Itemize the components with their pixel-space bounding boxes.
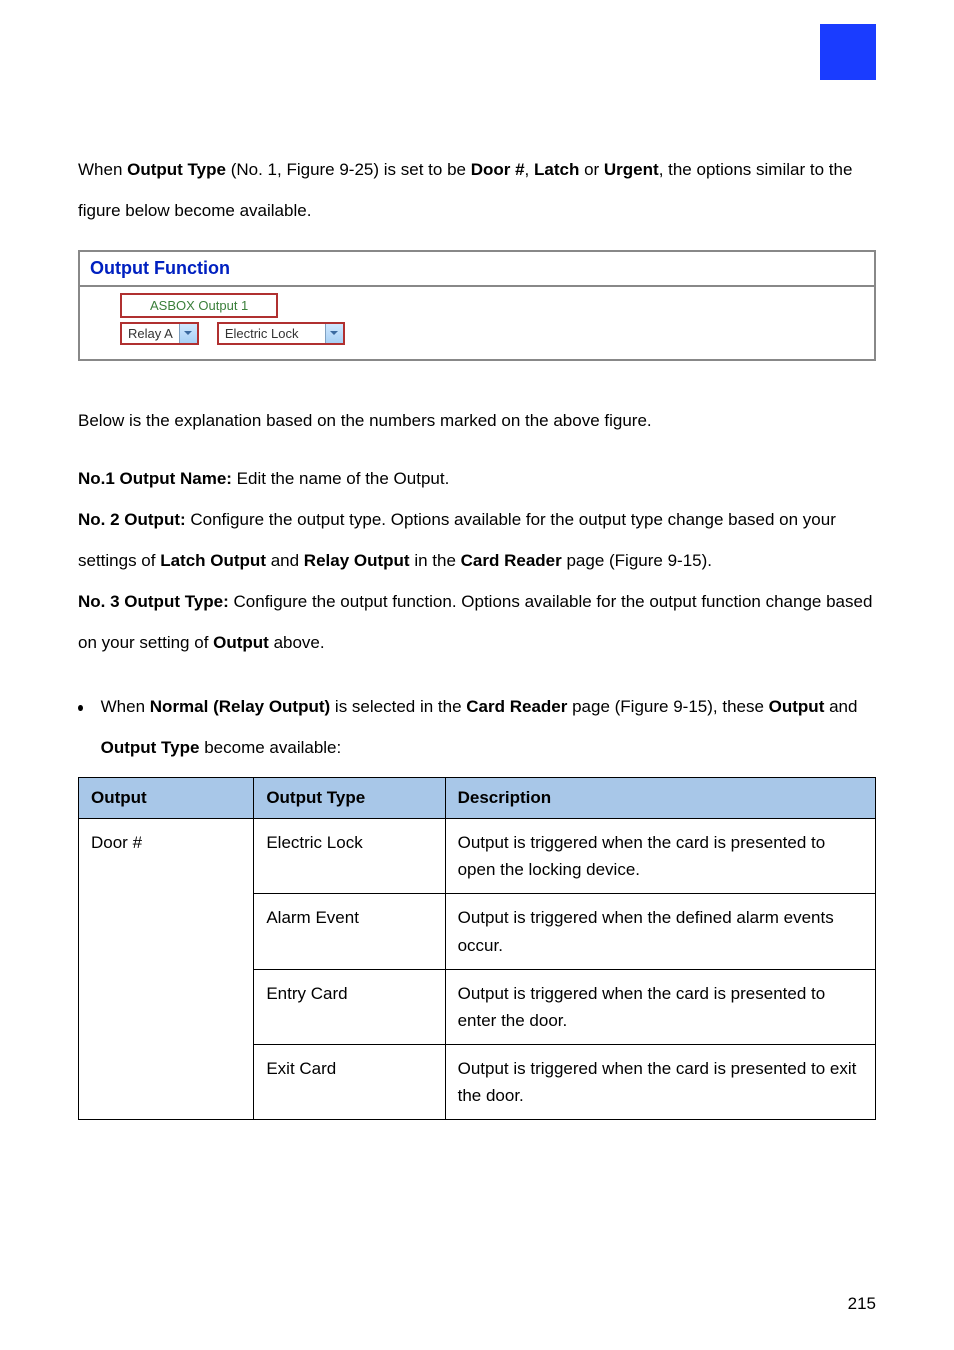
table-header-row: Output Output Type Description xyxy=(79,777,876,818)
table-cell: Output is triggered when the card is pre… xyxy=(445,818,875,893)
panel-title: Output Function xyxy=(80,252,874,287)
table-cell: Output is triggered when the defined ala… xyxy=(445,894,875,969)
table-header: Output xyxy=(79,777,254,818)
text: When xyxy=(101,697,150,716)
table-cell: Output is triggered when the card is pre… xyxy=(445,1045,875,1120)
text-bold: Latch xyxy=(534,160,579,179)
table-row: Door # Electric Lock Output is triggered… xyxy=(79,818,876,893)
item-bold: Relay Output xyxy=(304,551,410,570)
text-bold: Normal (Relay Output) xyxy=(150,697,330,716)
table-cell: Door # xyxy=(79,818,254,1120)
figure-tab: ASBOX Output 1 xyxy=(120,293,278,318)
text-bold: Card Reader xyxy=(466,697,567,716)
text: page (Figure 9-15), these xyxy=(567,697,768,716)
table-header: Description xyxy=(445,777,875,818)
text: become available: xyxy=(199,738,341,757)
text: When xyxy=(78,160,127,179)
text-bold: Output xyxy=(769,697,825,716)
item-label: No.1 Output Name: xyxy=(78,469,237,488)
text-bold: Door # xyxy=(471,160,525,179)
table-cell: Alarm Event xyxy=(254,894,445,969)
table-cell: Output is triggered when the card is pre… xyxy=(445,969,875,1044)
item-text: in the xyxy=(410,551,461,570)
output-function-figure: Output Function ASBOX Output 1 Relay A E… xyxy=(78,250,876,361)
text: and xyxy=(824,697,857,716)
chapter-marker xyxy=(820,24,876,80)
output-type-dropdown[interactable]: Relay A xyxy=(120,322,199,345)
chevron-down-icon xyxy=(179,324,197,343)
item-bold: Latch Output xyxy=(160,551,266,570)
item-bold: Card Reader xyxy=(461,551,562,570)
intro-paragraph: When Output Type (No. 1, Figure 9-25) is… xyxy=(78,150,876,232)
bullet-icon xyxy=(78,705,83,711)
chevron-down-icon xyxy=(325,324,343,343)
table-cell: Entry Card xyxy=(254,969,445,1044)
dropdown-value: Electric Lock xyxy=(219,324,325,343)
text: , xyxy=(525,160,534,179)
text: or xyxy=(579,160,604,179)
explanation-intro: Below is the explanation based on the nu… xyxy=(78,401,876,442)
text-bold: Urgent xyxy=(604,160,659,179)
text: (No. 1, Figure 9-25) is set to be xyxy=(226,160,471,179)
table-cell: Exit Card xyxy=(254,1045,445,1120)
definitions-table: Output Output Type Description Door # El… xyxy=(78,777,876,1121)
text-bold: Output Type xyxy=(127,160,226,179)
text-bold: Output Type xyxy=(101,738,200,757)
page-number: 215 xyxy=(848,1294,876,1314)
item-text: Edit the name of the Output. xyxy=(237,469,450,488)
table-cell: Electric Lock xyxy=(254,818,445,893)
numbered-list: No.1 Output Name: Edit the name of the O… xyxy=(78,459,876,663)
item-text: page (Figure 9-15). xyxy=(562,551,712,570)
text: is selected in the xyxy=(330,697,466,716)
item-label: No. 3 Output Type: xyxy=(78,592,234,611)
table-header: Output Type xyxy=(254,777,445,818)
item-text: above. xyxy=(269,633,325,652)
bullet-item: When Normal (Relay Output) is selected i… xyxy=(78,687,876,769)
item-label: No. 2 Output: xyxy=(78,510,190,529)
output-function-dropdown[interactable]: Electric Lock xyxy=(217,322,345,345)
item-text: and xyxy=(266,551,304,570)
dropdown-value: Relay A xyxy=(122,324,179,343)
item-bold: Output xyxy=(213,633,269,652)
